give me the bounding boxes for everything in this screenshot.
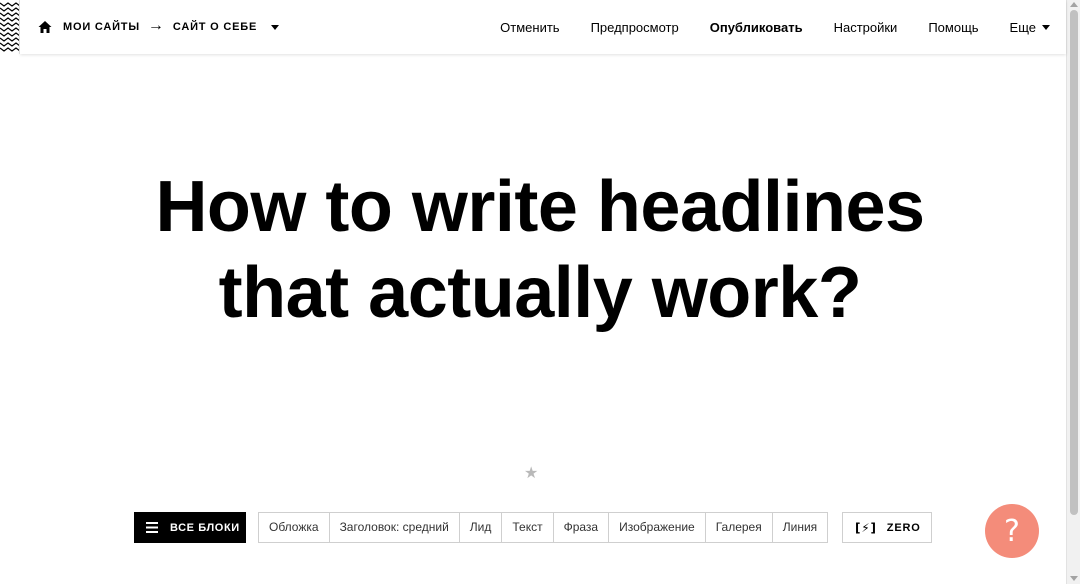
breadcrumb-my-sites[interactable]: Мои сайты: [63, 21, 140, 33]
all-blocks-button[interactable]: ВСЕ БЛОКИ: [134, 512, 246, 543]
publish-button[interactable]: Опубликовать: [710, 20, 803, 35]
settings-button[interactable]: Настройки: [834, 20, 898, 35]
page-headline[interactable]: How to write headlines that actually wor…: [40, 164, 1040, 336]
headline-line-1: How to write headlines: [155, 167, 925, 247]
home-icon[interactable]: [38, 20, 52, 34]
star-icon[interactable]: ★: [524, 463, 538, 483]
breadcrumb: Мои сайты → Сайт о себе: [38, 0, 280, 54]
zigzag-decoration: [0, 0, 20, 54]
block-type-lead[interactable]: Лид: [460, 513, 503, 542]
all-blocks-label: ВСЕ БЛОКИ: [170, 521, 240, 534]
cancel-button[interactable]: Отменить: [500, 20, 559, 35]
help-floating-button[interactable]: ?: [985, 504, 1039, 558]
scroll-down-arrow-icon[interactable]: [1070, 576, 1078, 581]
vertical-scrollbar[interactable]: [1066, 0, 1080, 584]
block-type-cover[interactable]: Обложка: [259, 513, 330, 542]
zero-label: ZERO: [886, 521, 921, 534]
help-menu-button[interactable]: Помощь: [928, 20, 978, 35]
top-menu: Отменить Предпросмотр Опубликовать Настр…: [469, 0, 1050, 54]
block-type-gallery[interactable]: Галерея: [706, 513, 773, 542]
question-mark-icon: ?: [1004, 513, 1020, 549]
block-type-text[interactable]: Текст: [502, 513, 554, 542]
block-type-list: Обложка Заголовок: средний Лид Текст Фра…: [258, 512, 829, 543]
caret-down-icon[interactable]: [271, 24, 280, 30]
zero-block-icon: [⚡]: [855, 520, 877, 535]
block-type-quote[interactable]: Фраза: [554, 513, 610, 542]
block-type-line[interactable]: Линия: [773, 513, 827, 542]
more-menu-label: Еще: [1009, 19, 1036, 35]
caret-down-icon: [1042, 24, 1050, 30]
top-bar: Мои сайты → Сайт о себе Отменить Предпро…: [20, 0, 1066, 54]
scroll-up-arrow-icon[interactable]: [1070, 2, 1078, 7]
zero-block-button[interactable]: [⚡] ZERO: [842, 512, 932, 543]
menu-lines-icon: [146, 522, 158, 533]
scroll-thumb[interactable]: [1070, 10, 1078, 515]
preview-button[interactable]: Предпросмотр: [591, 20, 679, 35]
block-type-image[interactable]: Изображение: [609, 513, 706, 542]
breadcrumb-current-page[interactable]: Сайт о себе: [173, 21, 257, 33]
block-type-heading-medium[interactable]: Заголовок: средний: [330, 513, 460, 542]
arrow-right-icon: →: [147, 17, 164, 34]
headline-line-2: that actually work?: [218, 253, 862, 333]
more-menu-button[interactable]: Еще: [1010, 20, 1050, 35]
